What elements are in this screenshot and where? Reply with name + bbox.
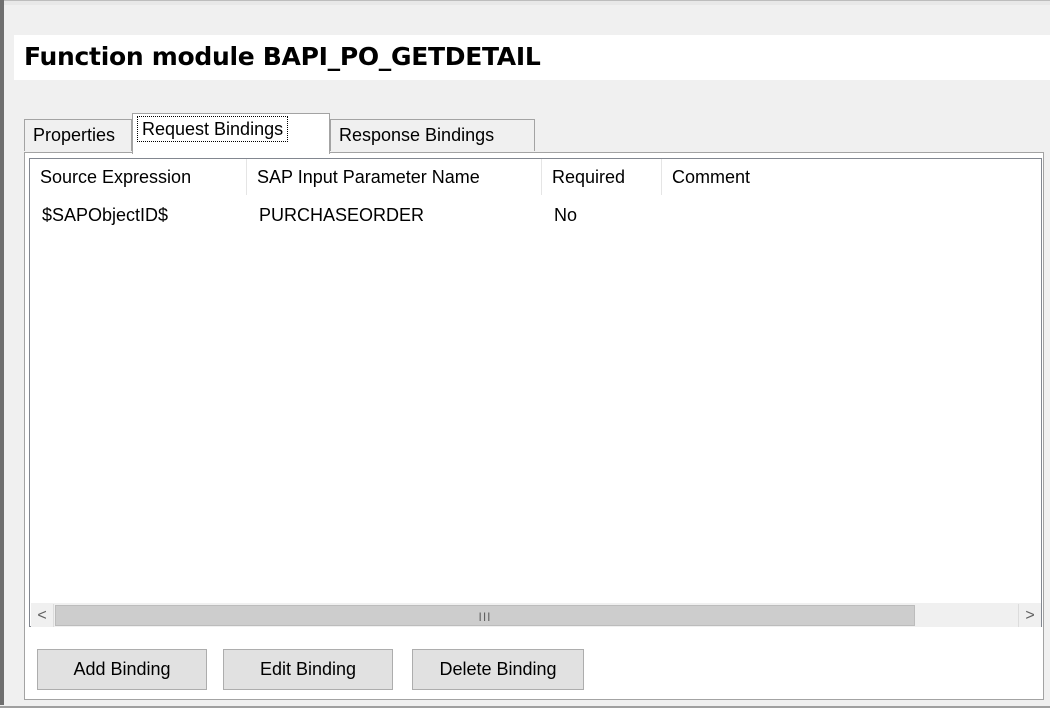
grid-header-row: Source Expression SAP Input Parameter Na… (30, 159, 1041, 195)
tab-request-bindings-label: Request Bindings (137, 116, 289, 142)
column-header-source-expression[interactable]: Source Expression (30, 159, 247, 195)
tab-properties[interactable]: Properties (24, 119, 132, 151)
header-band: Function module BAPI_PO_GETDETAIL (14, 35, 1050, 80)
grip-icon: III (478, 610, 492, 624)
column-header-comment[interactable]: Comment (662, 159, 1040, 195)
delete-binding-button[interactable]: Delete Binding (412, 649, 584, 690)
tab-response-bindings-label: Response Bindings (339, 125, 495, 145)
edit-binding-button[interactable]: Edit Binding (223, 649, 393, 690)
scroll-right-icon[interactable]: > (1018, 604, 1041, 627)
window-top-edge (4, 0, 1050, 5)
tab-response-bindings[interactable]: Response Bindings (330, 119, 535, 151)
window-left-edge (0, 0, 4, 705)
column-header-required[interactable]: Required (542, 159, 662, 195)
add-binding-button[interactable]: Add Binding (37, 649, 207, 690)
scroll-left-icon[interactable]: < (31, 604, 54, 627)
cell-required: No (554, 205, 578, 225)
table-row[interactable]: $SAPObjectID$ PURCHASEORDER No (30, 199, 1041, 231)
scroll-thumb[interactable]: III (55, 605, 915, 626)
window-bottom-edge (0, 706, 1050, 723)
horizontal-scrollbar[interactable]: < III > (31, 603, 1041, 627)
page-title: Function module BAPI_PO_GETDETAIL (24, 42, 541, 71)
cell-sap-input-parameter-name: PURCHASEORDER (259, 205, 425, 225)
tab-request-bindings[interactable]: Request Bindings (132, 113, 330, 154)
cell-source-expression: $SAPObjectID$ (42, 205, 169, 225)
bindings-grid[interactable]: Source Expression SAP Input Parameter Na… (29, 158, 1042, 627)
column-header-sap-input-parameter-name[interactable]: SAP Input Parameter Name (247, 159, 542, 195)
request-bindings-panel: Source Expression SAP Input Parameter Na… (24, 152, 1044, 700)
tab-properties-label: Properties (33, 125, 116, 145)
